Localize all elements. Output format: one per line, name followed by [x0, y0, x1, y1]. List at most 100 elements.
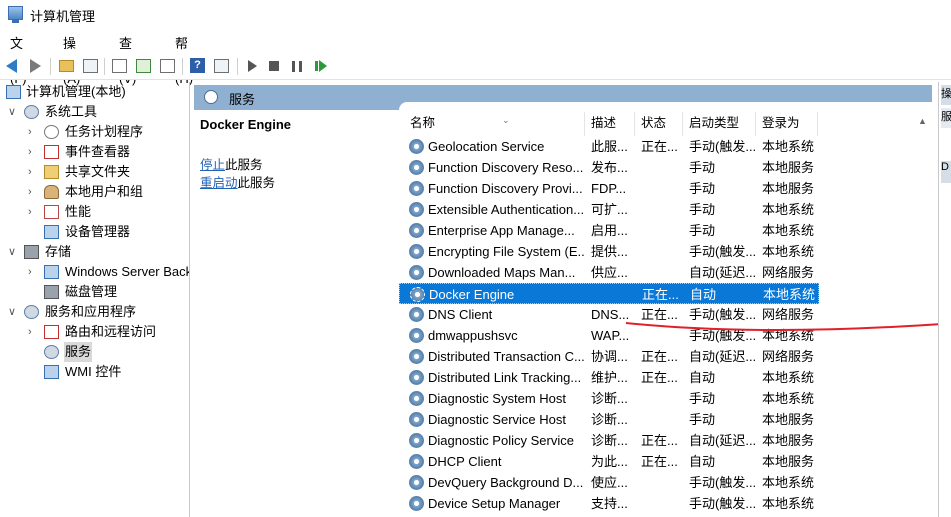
service-name: Docker Engine	[429, 287, 515, 302]
actions-header: 操	[941, 85, 951, 105]
column-header-name[interactable]: 名称 ⌄	[404, 112, 585, 136]
chevron-right-icon[interactable]: ›	[28, 182, 38, 202]
service-status: 正在...	[641, 433, 678, 448]
folder-icon	[44, 165, 59, 179]
tree-item[interactable]: › 共享文件夹	[0, 162, 189, 182]
resume-icon[interactable]	[312, 57, 330, 75]
column-header-startup-type[interactable]: 启动类型	[683, 112, 756, 136]
tree-item[interactable]: ∨ 存储	[0, 242, 189, 262]
service-row[interactable]: DHCP Client 为此... 正在... 自动 本地服务	[399, 451, 819, 472]
service-logon-as: 本地系统	[762, 475, 815, 490]
service-logon-as: 本地系统	[762, 244, 815, 259]
service-name: DNS Client	[428, 307, 493, 322]
service-logon-as: 本地系统	[762, 496, 815, 511]
chevron-right-icon[interactable]: ›	[28, 122, 38, 142]
tree-item[interactable]: ∨ 系统工具	[0, 102, 189, 122]
wmi-icon	[44, 365, 59, 379]
tree-item[interactable]: 磁盘管理	[0, 282, 189, 302]
chevron-down-icon[interactable]: ∨	[8, 102, 18, 122]
tree-item[interactable]: › Windows Server Back	[0, 262, 189, 282]
help-icon[interactable]: ?	[189, 57, 207, 75]
service-name: Function Discovery Provi...	[428, 181, 583, 196]
refresh-icon[interactable]	[135, 57, 153, 75]
title-bar: 计算机管理	[0, 0, 951, 28]
actions-docker-section[interactable]: D	[941, 161, 951, 183]
service-gear-icon	[409, 307, 424, 322]
console-icon[interactable]	[213, 57, 231, 75]
service-row[interactable]: Distributed Transaction C... 协调... 正在... 自动…	[399, 346, 819, 367]
service-row[interactable]: Downloaded Maps Man... 供应... 自动(延迟... 网络服务	[399, 262, 819, 283]
service-description: 维护...	[591, 370, 628, 385]
service-row[interactable]: Function Discovery Reso... 发布... 手动 本地服务	[399, 157, 819, 178]
service-startup-type: 手动(触发...	[689, 244, 755, 259]
chevron-right-icon[interactable]: ›	[28, 202, 38, 222]
service-row[interactable]: Device Setup Manager 支持... 手动(触发... 本地系统	[399, 493, 819, 514]
scroll-up-icon[interactable]: ▲	[918, 116, 927, 126]
chevron-right-icon[interactable]: ›	[28, 262, 38, 282]
service-row[interactable]: Enterprise App Manage... 启用... 手动 本地系统	[399, 220, 819, 241]
service-gear-icon	[409, 139, 424, 154]
column-headers: 名称 ⌄ 描述 状态 启动类型 登录为	[399, 112, 919, 136]
service-name: Distributed Transaction C...	[428, 349, 584, 364]
tree-item[interactable]: 计算机管理(本地)	[0, 82, 189, 102]
service-gear-icon	[409, 412, 424, 427]
tree-item-label: 路由和远程访问	[65, 324, 157, 339]
service-row[interactable]: Diagnostic System Host 诊断... 手动 本地系统	[399, 388, 819, 409]
pause-icon[interactable]	[288, 57, 306, 75]
service-row[interactable]: Geolocation Service 此服... 正在... 手动(触发... 本地系…	[399, 136, 819, 157]
service-row[interactable]: Docker Engine 正在... 自动 本地系统	[399, 283, 819, 304]
service-logon-as: 本地服务	[762, 160, 815, 175]
service-description: 支持...	[591, 496, 628, 511]
service-description: 诊断...	[591, 391, 628, 406]
service-row[interactable]: DevQuery Background D... 使应... 手动(触发... 本地系…	[399, 472, 819, 493]
tree-item[interactable]: ∨ 服务和应用程序	[0, 302, 189, 322]
tree-item[interactable]: › 本地用户和组	[0, 182, 189, 202]
start-icon[interactable]	[243, 57, 261, 75]
service-row[interactable]: Diagnostic Policy Service 诊断... 正在... 自动(延迟…	[399, 430, 819, 451]
chevron-right-icon[interactable]: ›	[28, 162, 38, 182]
tree-item[interactable]: 设备管理器	[0, 222, 189, 242]
chevron-right-icon[interactable]: ›	[28, 142, 38, 162]
services-icon	[204, 90, 218, 104]
restart-service-link[interactable]: 重启动	[200, 176, 238, 190]
service-row[interactable]: Function Discovery Provi... FDP... 手动 本地服务	[399, 178, 819, 199]
actions-services-section[interactable]: 服	[941, 108, 951, 128]
tree-item[interactable]: WMI 控件	[0, 362, 189, 382]
service-name: dmwappushsvc	[428, 328, 518, 343]
tree-item[interactable]: › 事件查看器	[0, 142, 189, 162]
forward-icon[interactable]	[26, 57, 44, 75]
tree-item-label: 性能	[65, 204, 92, 219]
service-gear-icon	[409, 475, 424, 490]
back-icon[interactable]	[4, 57, 22, 75]
service-logon-as: 本地系统	[763, 287, 816, 302]
properties-icon[interactable]	[111, 57, 129, 75]
tree-item-label: 服务	[64, 342, 93, 362]
service-row[interactable]: Extensible Authentication... 可扩... 手动 本地系统	[399, 199, 819, 220]
export-icon[interactable]	[159, 57, 177, 75]
service-gear-icon	[409, 223, 424, 238]
service-row[interactable]: Encrypting File System (E... 提供... 手动(触发..…	[399, 241, 819, 262]
services-list: 名称 ⌄ 描述 状态 启动类型 登录为 ▲ Geolocation Servic…	[399, 102, 943, 517]
stop-icon[interactable]	[265, 57, 283, 75]
tree-item[interactable]: › 路由和远程访问	[0, 322, 189, 342]
service-logon-as: 网络服务	[762, 265, 815, 280]
column-header-description[interactable]: 描述	[585, 112, 635, 136]
chevron-down-icon[interactable]: ∨	[8, 302, 18, 322]
tree-item[interactable]: › 任务计划程序	[0, 122, 189, 142]
tree-item-label: 服务和应用程序	[45, 304, 137, 319]
up-folder-icon[interactable]	[58, 57, 76, 75]
stop-service-link[interactable]: 停止	[200, 158, 225, 172]
service-description: 此服...	[591, 139, 628, 154]
service-name: Function Discovery Reso...	[428, 160, 584, 175]
show-hide-tree-icon[interactable]	[82, 57, 100, 75]
column-header-logon-as[interactable]: 登录为	[756, 112, 818, 136]
toolbar-separator	[50, 58, 51, 75]
service-row[interactable]: Diagnostic Service Host 诊断... 手动 本地服务	[399, 409, 819, 430]
column-header-status[interactable]: 状态	[635, 112, 683, 136]
service-row[interactable]: Distributed Link Tracking... 维护... 正在... 自动…	[399, 367, 819, 388]
chevron-down-icon[interactable]: ∨	[8, 242, 18, 262]
toolbar-separator	[104, 58, 105, 75]
chevron-right-icon[interactable]: ›	[28, 322, 38, 342]
tree-item[interactable]: › 性能	[0, 202, 189, 222]
tree-item[interactable]: 服务	[0, 342, 189, 362]
